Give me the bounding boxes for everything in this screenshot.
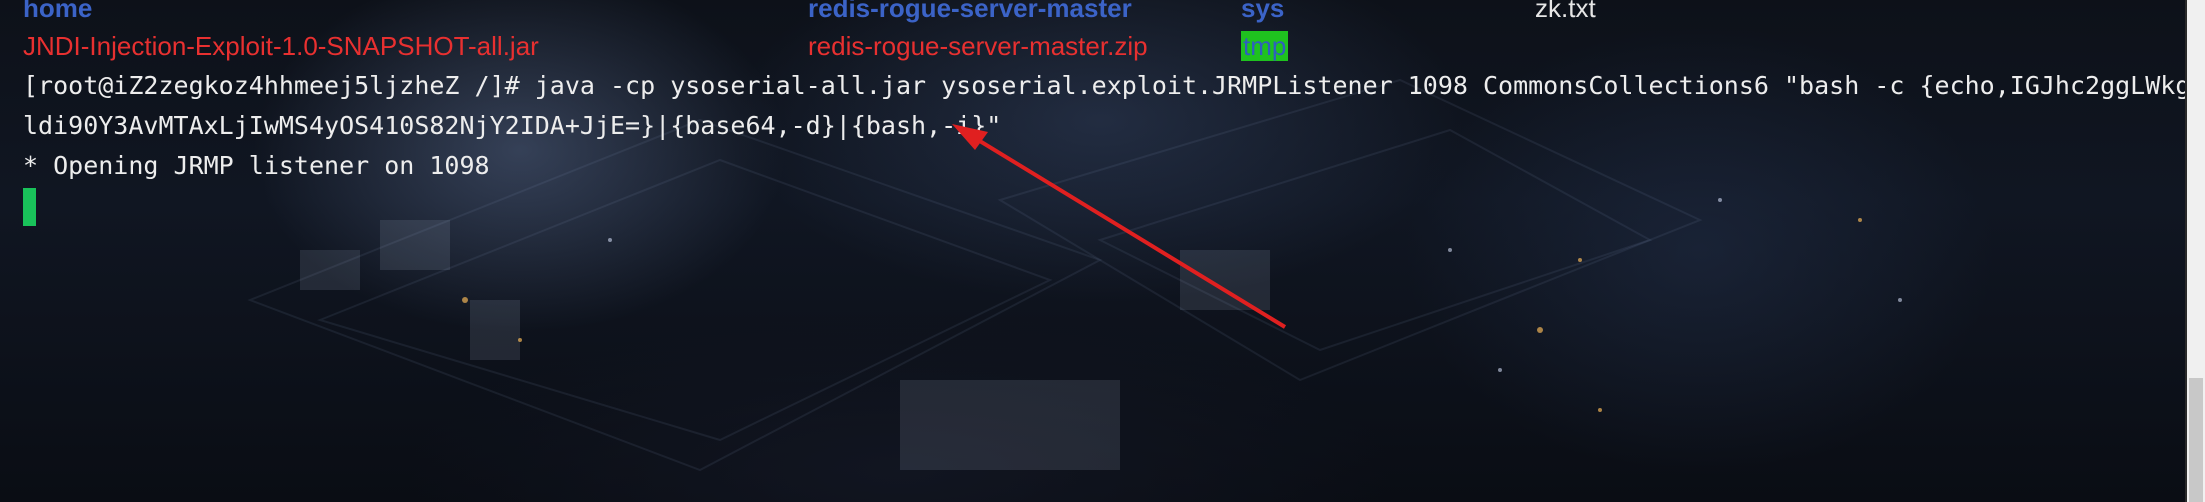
ls-entry-redis-zip: redis-rogue-server-master.zip (808, 31, 1148, 61)
ls-entry-jndi-jar: JNDI-Injection-Exploit-1.0-SNAPSHOT-all.… (23, 31, 539, 61)
terminal-cursor (23, 188, 36, 226)
command-line-2: ldi90Y3AvMTAxLjIwMS4yOS410S82NjY2IDA+JjE… (23, 111, 1002, 140)
ls-entry-redis-dir: redis-rogue-server-master (808, 0, 1132, 23)
ls-entry-zk-txt: zk.txt (1535, 0, 1596, 23)
vertical-scrollbar[interactable] (2187, 0, 2205, 502)
command-line-1: [root@iZ2zegkoz4hhmeej5ljzheZ /]# java -… (23, 71, 2205, 100)
scrollbar-thumb[interactable] (2189, 378, 2203, 502)
ls-entry-sys: sys (1241, 0, 1285, 23)
tmp-highlight: tmp (1241, 31, 1289, 61)
listener-output-line: * Opening JRMP listener on 1098 (23, 151, 490, 180)
ls-entry-tmp: tmp (1241, 26, 1289, 66)
terminal-output[interactable]: home redis-rogue-server-master sys zk.tx… (23, 0, 2205, 502)
ls-entry-home: home (23, 0, 93, 23)
